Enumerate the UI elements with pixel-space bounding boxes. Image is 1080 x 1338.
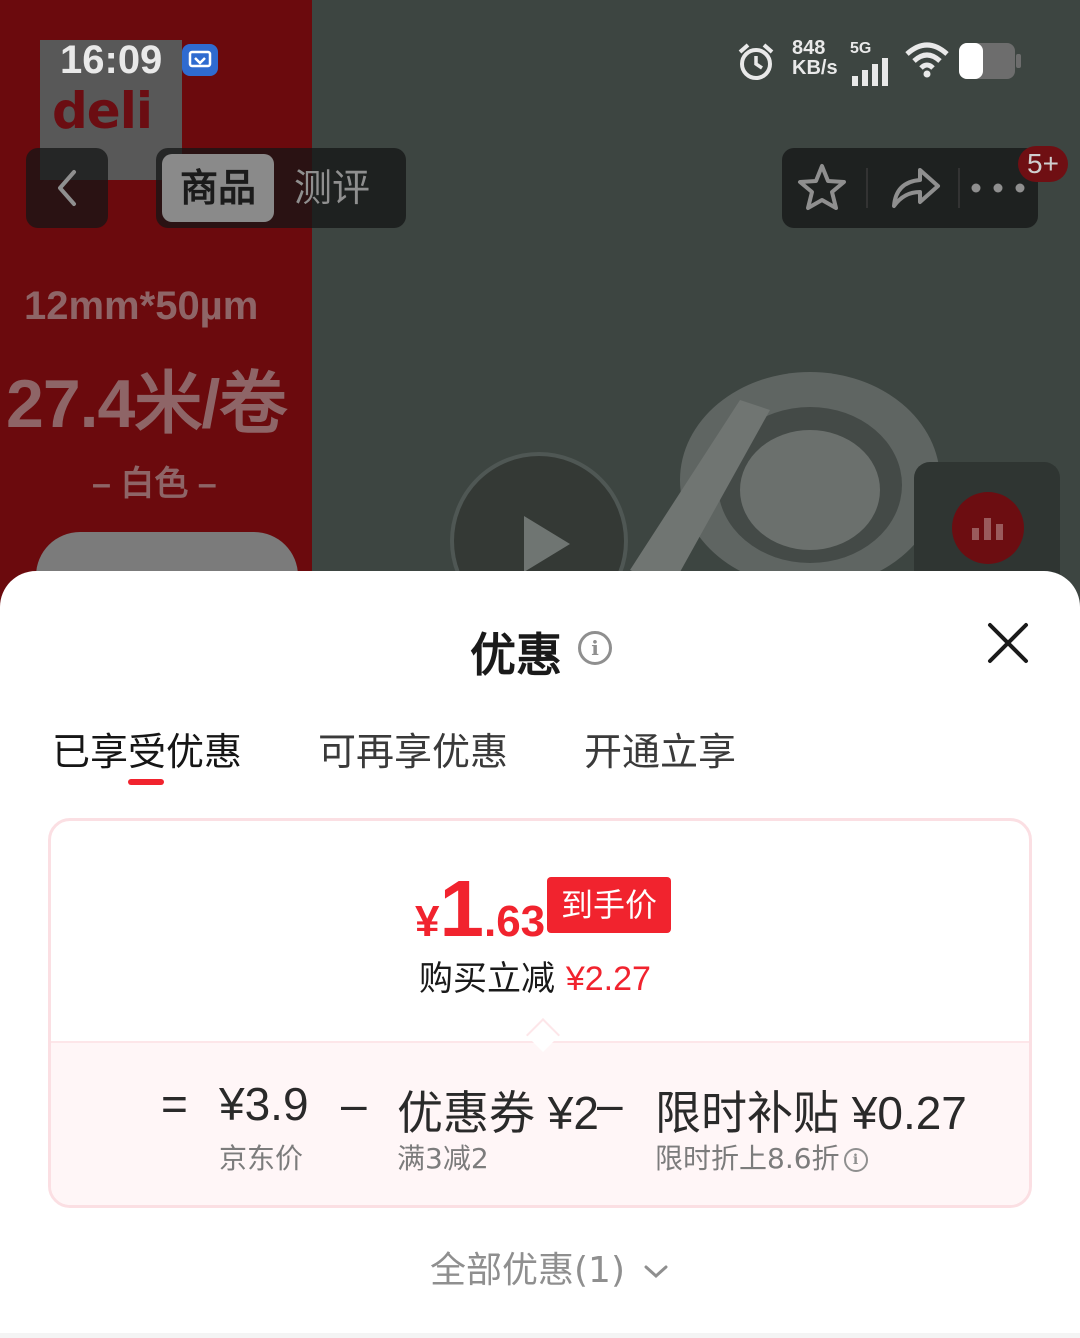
equals-sign: = <box>161 1078 188 1130</box>
wifi-icon <box>905 42 949 78</box>
subsidy-info-icon[interactable]: i <box>843 1148 868 1172</box>
top-tab-group: 商品 测评 <box>156 148 406 228</box>
close-icon[interactable] <box>986 621 1030 665</box>
divider <box>866 168 868 208</box>
spec-size-text: 12mm*50µm <box>24 284 259 328</box>
subsidy-detail: 限时折上8.6折 i <box>655 1137 868 1177</box>
divider <box>958 168 960 208</box>
coupon-condition: 满3减2 <box>397 1142 489 1175</box>
all-offers-button[interactable]: 全部优惠(1) <box>430 1241 670 1293</box>
favorite-star-icon[interactable] <box>794 160 850 216</box>
network-speed: 848 KB/s <box>792 37 838 79</box>
time-limited-subsidy: 限时补贴 ¥0.27 <box>655 1087 967 1139</box>
tab-activate-offers[interactable]: 开通立享 <box>584 721 736 776</box>
tape-product-image <box>630 372 940 590</box>
active-tab-indicator <box>128 779 164 785</box>
live-chart-icon[interactable] <box>952 492 1024 564</box>
jd-price-label: 京东价 <box>219 1142 304 1175</box>
play-icon <box>524 516 570 572</box>
tab-enjoyed-offers[interactable]: 已享受优惠 <box>52 721 242 776</box>
jd-price: ¥3.9 <box>219 1078 309 1130</box>
signal-icon <box>852 58 888 86</box>
brand-logo: deli <box>52 82 153 140</box>
back-button[interactable] <box>26 148 108 228</box>
final-price-tag: 到手价 <box>547 877 672 933</box>
minus-sign: – <box>341 1078 367 1130</box>
status-time: 16:09 <box>60 38 163 82</box>
battery-icon <box>959 43 1021 79</box>
offers-bottom-sheet: 优惠 i 已享受优惠 可再享优惠 开通立享 ¥1.63 到手价 购买立减 ¥2.… <box>0 571 1080 1338</box>
alarm-icon <box>738 43 774 80</box>
message-badge: 5+ <box>1018 146 1068 182</box>
tab-review[interactable]: 测评 <box>294 154 394 222</box>
sheet-title: 优惠 <box>470 628 562 682</box>
tab-product[interactable]: 商品 <box>162 154 274 222</box>
tab-more-offers[interactable]: 可再享优惠 <box>318 721 508 776</box>
top-action-group <box>782 148 1038 228</box>
discount-line: 购买立减 ¥2.27 <box>419 959 651 999</box>
coupon-discount: 优惠券 ¥2 <box>397 1087 599 1139</box>
final-price: ¥1.63 <box>415 864 546 953</box>
sheet-bottom-divider <box>0 1333 1080 1338</box>
back-arrow-icon <box>58 170 76 206</box>
status-bar-right: 848 KB/s 5G <box>736 36 1026 88</box>
product-page-background: deli 12mm*50µm 27.4米/卷 – 白色 – 16:09 848 … <box>0 0 1080 640</box>
screen-share-icon <box>182 44 218 76</box>
share-icon[interactable] <box>886 160 942 216</box>
chevron-down-icon <box>644 1265 668 1279</box>
price-breakdown-card: ¥1.63 到手价 购买立减 ¥2.27 = ¥3.9 京东价 – 优惠券 ¥2… <box>48 818 1032 1208</box>
spec-length-text: 27.4米/卷 <box>6 366 287 442</box>
minus-sign: – <box>597 1078 623 1130</box>
more-icon[interactable] <box>966 178 1030 198</box>
info-icon[interactable]: i <box>578 631 612 665</box>
spec-color-text: – 白色 – <box>92 465 217 503</box>
